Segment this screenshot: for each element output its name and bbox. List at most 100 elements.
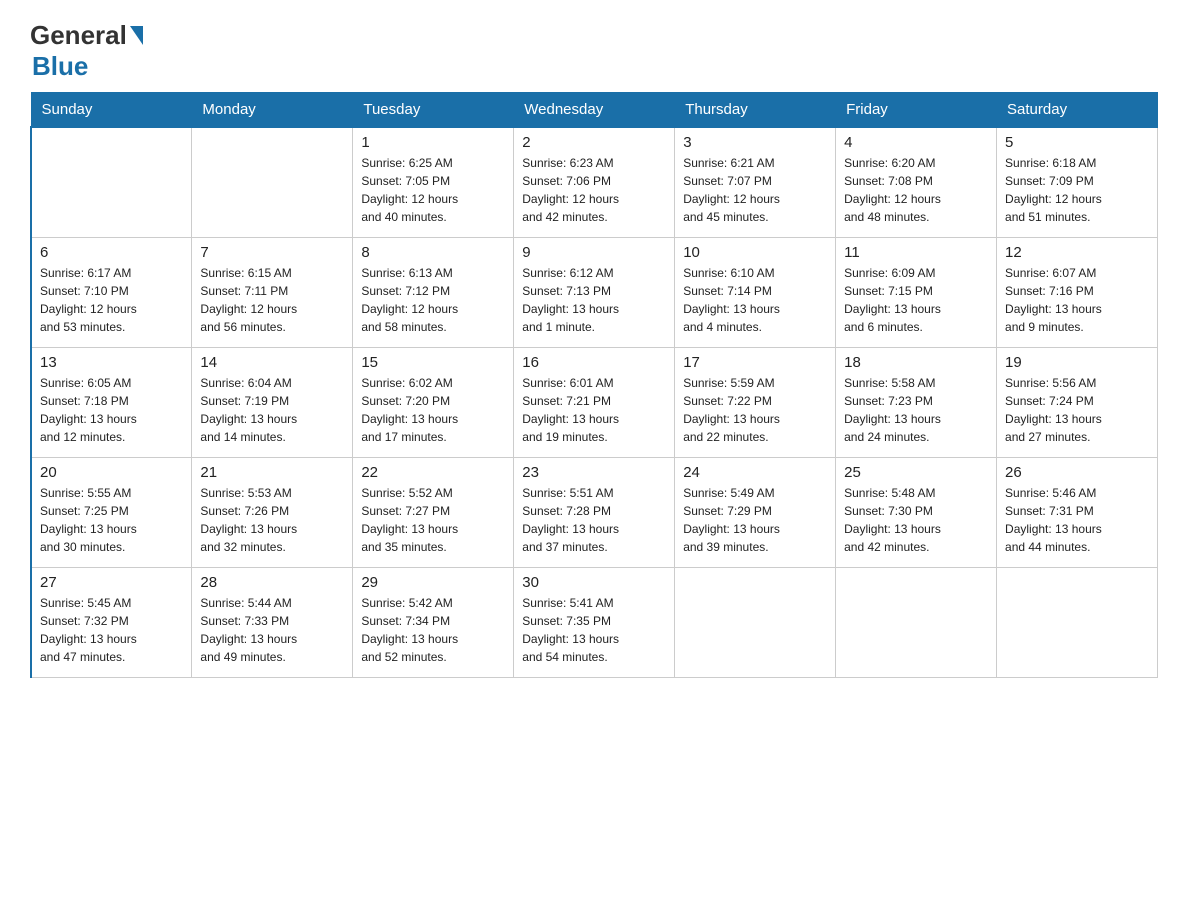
- header-cell-thursday: Thursday: [675, 93, 836, 128]
- day-cell: 24 Sunrise: 5:49 AM Sunset: 7:29 PM Dayli…: [675, 457, 836, 567]
- day-info: Sunrise: 6:07 AM Sunset: 7:16 PM Dayligh…: [1005, 264, 1149, 336]
- day-cell: [31, 127, 192, 237]
- day-cell: 9Sunrise: 6:12 AM Sunset: 7:13 PM Daylig…: [514, 237, 675, 347]
- day-cell: 6 Sunrise: 6:17 AM Sunset: 7:10 PM Daylig…: [31, 237, 192, 347]
- day-info: Sunrise: 5:59 AM Sunset: 7:22 PM Dayligh…: [683, 374, 827, 446]
- header-cell-tuesday: Tuesday: [353, 93, 514, 128]
- logo-general-part: General: [30, 20, 127, 51]
- day-cell: 4 Sunrise: 6:20 AM Sunset: 7:08 PM Daylig…: [836, 127, 997, 237]
- day-number: 17: [683, 354, 827, 371]
- day-info: Sunrise: 6:09 AM Sunset: 7:15 PM Dayligh…: [844, 264, 988, 336]
- day-info: Sunrise: 5:46 AM Sunset: 7:31 PM Dayligh…: [1005, 484, 1149, 556]
- day-number: 15: [361, 354, 505, 371]
- day-number: 11: [844, 244, 988, 261]
- week-row-4: 27 Sunrise: 5:45 AM Sunset: 7:32 PM Dayli…: [31, 567, 1158, 677]
- day-cell: 23 Sunrise: 5:51 AM Sunset: 7:28 PM Dayli…: [514, 457, 675, 567]
- day-number: 5: [1005, 134, 1149, 151]
- day-cell: 17 Sunrise: 5:59 AM Sunset: 7:22 PM Dayli…: [675, 347, 836, 457]
- day-number: 27: [40, 574, 183, 591]
- header-row: SundayMondayTuesdayWednesdayThursdayFrid…: [31, 93, 1158, 128]
- logo-blue-text: Blue: [32, 51, 88, 81]
- day-number: 23: [522, 464, 666, 481]
- day-cell: 7 Sunrise: 6:15 AM Sunset: 7:11 PM Daylig…: [192, 237, 353, 347]
- day-number: 9: [522, 244, 666, 261]
- day-cell: 3Sunrise: 6:21 AM Sunset: 7:07 PM Daylig…: [675, 127, 836, 237]
- day-info: Sunrise: 6:23 AM Sunset: 7:06 PM Dayligh…: [522, 154, 666, 226]
- day-number: 19: [1005, 354, 1149, 371]
- header-cell-friday: Friday: [836, 93, 997, 128]
- day-info: Sunrise: 5:52 AM Sunset: 7:27 PM Dayligh…: [361, 484, 505, 556]
- day-number: 29: [361, 574, 505, 591]
- header-cell-sunday: Sunday: [31, 93, 192, 128]
- day-info: Sunrise: 6:13 AM Sunset: 7:12 PM Dayligh…: [361, 264, 505, 336]
- day-info: Sunrise: 6:10 AM Sunset: 7:14 PM Dayligh…: [683, 264, 827, 336]
- logo-arrow-icon: [130, 26, 143, 45]
- day-info: Sunrise: 5:53 AM Sunset: 7:26 PM Dayligh…: [200, 484, 344, 556]
- week-row-3: 20Sunrise: 5:55 AM Sunset: 7:25 PM Dayli…: [31, 457, 1158, 567]
- day-cell: [192, 127, 353, 237]
- day-info: Sunrise: 5:45 AM Sunset: 7:32 PM Dayligh…: [40, 594, 183, 666]
- day-cell: 15 Sunrise: 6:02 AM Sunset: 7:20 PM Dayli…: [353, 347, 514, 457]
- day-cell: [675, 567, 836, 677]
- page-header: General Blue: [30, 20, 1158, 82]
- day-cell: 21 Sunrise: 5:53 AM Sunset: 7:26 PM Dayli…: [192, 457, 353, 567]
- day-info: Sunrise: 6:05 AM Sunset: 7:18 PM Dayligh…: [40, 374, 183, 446]
- week-row-0: 1 Sunrise: 6:25 AM Sunset: 7:05 PM Daylig…: [31, 127, 1158, 237]
- day-info: Sunrise: 6:18 AM Sunset: 7:09 PM Dayligh…: [1005, 154, 1149, 226]
- day-number: 1: [361, 134, 505, 151]
- day-cell: 30 Sunrise: 5:41 AM Sunset: 7:35 PM Dayli…: [514, 567, 675, 677]
- day-number: 18: [844, 354, 988, 371]
- day-cell: 12 Sunrise: 6:07 AM Sunset: 7:16 PM Dayli…: [997, 237, 1158, 347]
- day-info: Sunrise: 6:15 AM Sunset: 7:11 PM Dayligh…: [200, 264, 344, 336]
- day-number: 10: [683, 244, 827, 261]
- day-cell: 11 Sunrise: 6:09 AM Sunset: 7:15 PM Dayli…: [836, 237, 997, 347]
- day-info: Sunrise: 6:02 AM Sunset: 7:20 PM Dayligh…: [361, 374, 505, 446]
- week-row-2: 13Sunrise: 6:05 AM Sunset: 7:18 PM Dayli…: [31, 347, 1158, 457]
- day-number: 30: [522, 574, 666, 591]
- day-cell: 22 Sunrise: 5:52 AM Sunset: 7:27 PM Dayli…: [353, 457, 514, 567]
- day-info: Sunrise: 6:20 AM Sunset: 7:08 PM Dayligh…: [844, 154, 988, 226]
- day-info: Sunrise: 5:58 AM Sunset: 7:23 PM Dayligh…: [844, 374, 988, 446]
- day-info: Sunrise: 6:21 AM Sunset: 7:07 PM Dayligh…: [683, 154, 827, 226]
- header-cell-monday: Monday: [192, 93, 353, 128]
- day-info: Sunrise: 6:04 AM Sunset: 7:19 PM Dayligh…: [200, 374, 344, 446]
- day-info: Sunrise: 6:17 AM Sunset: 7:10 PM Dayligh…: [40, 264, 183, 336]
- day-cell: 29 Sunrise: 5:42 AM Sunset: 7:34 PM Dayli…: [353, 567, 514, 677]
- header-cell-wednesday: Wednesday: [514, 93, 675, 128]
- day-number: 28: [200, 574, 344, 591]
- day-cell: 5 Sunrise: 6:18 AM Sunset: 7:09 PM Daylig…: [997, 127, 1158, 237]
- day-cell: 20Sunrise: 5:55 AM Sunset: 7:25 PM Dayli…: [31, 457, 192, 567]
- day-cell: 26 Sunrise: 5:46 AM Sunset: 7:31 PM Dayli…: [997, 457, 1158, 567]
- day-info: Sunrise: 5:56 AM Sunset: 7:24 PM Dayligh…: [1005, 374, 1149, 446]
- day-info: Sunrise: 6:25 AM Sunset: 7:05 PM Dayligh…: [361, 154, 505, 226]
- day-number: 24: [683, 464, 827, 481]
- day-cell: [997, 567, 1158, 677]
- day-number: 26: [1005, 464, 1149, 481]
- day-number: 14: [200, 354, 344, 371]
- calendar-header: SundayMondayTuesdayWednesdayThursdayFrid…: [31, 93, 1158, 128]
- logo: General Blue: [30, 20, 144, 82]
- day-cell: 16 Sunrise: 6:01 AM Sunset: 7:21 PM Dayli…: [514, 347, 675, 457]
- day-info: Sunrise: 5:51 AM Sunset: 7:28 PM Dayligh…: [522, 484, 666, 556]
- day-number: 8: [361, 244, 505, 261]
- day-cell: 1 Sunrise: 6:25 AM Sunset: 7:05 PM Daylig…: [353, 127, 514, 237]
- day-info: Sunrise: 5:49 AM Sunset: 7:29 PM Dayligh…: [683, 484, 827, 556]
- day-number: 25: [844, 464, 988, 481]
- day-number: 22: [361, 464, 505, 481]
- day-cell: [836, 567, 997, 677]
- day-cell: 25Sunrise: 5:48 AM Sunset: 7:30 PM Dayli…: [836, 457, 997, 567]
- day-info: Sunrise: 6:01 AM Sunset: 7:21 PM Dayligh…: [522, 374, 666, 446]
- day-number: 4: [844, 134, 988, 151]
- day-cell: 14 Sunrise: 6:04 AM Sunset: 7:19 PM Dayli…: [192, 347, 353, 457]
- day-info: Sunrise: 5:42 AM Sunset: 7:34 PM Dayligh…: [361, 594, 505, 666]
- week-row-1: 6 Sunrise: 6:17 AM Sunset: 7:10 PM Daylig…: [31, 237, 1158, 347]
- day-number: 6: [40, 244, 183, 261]
- logo-combined: General: [30, 20, 144, 51]
- day-number: 7: [200, 244, 344, 261]
- day-number: 12: [1005, 244, 1149, 261]
- day-cell: 19 Sunrise: 5:56 AM Sunset: 7:24 PM Dayli…: [997, 347, 1158, 457]
- day-cell: 8 Sunrise: 6:13 AM Sunset: 7:12 PM Daylig…: [353, 237, 514, 347]
- day-number: 21: [200, 464, 344, 481]
- day-number: 16: [522, 354, 666, 371]
- day-info: Sunrise: 5:41 AM Sunset: 7:35 PM Dayligh…: [522, 594, 666, 666]
